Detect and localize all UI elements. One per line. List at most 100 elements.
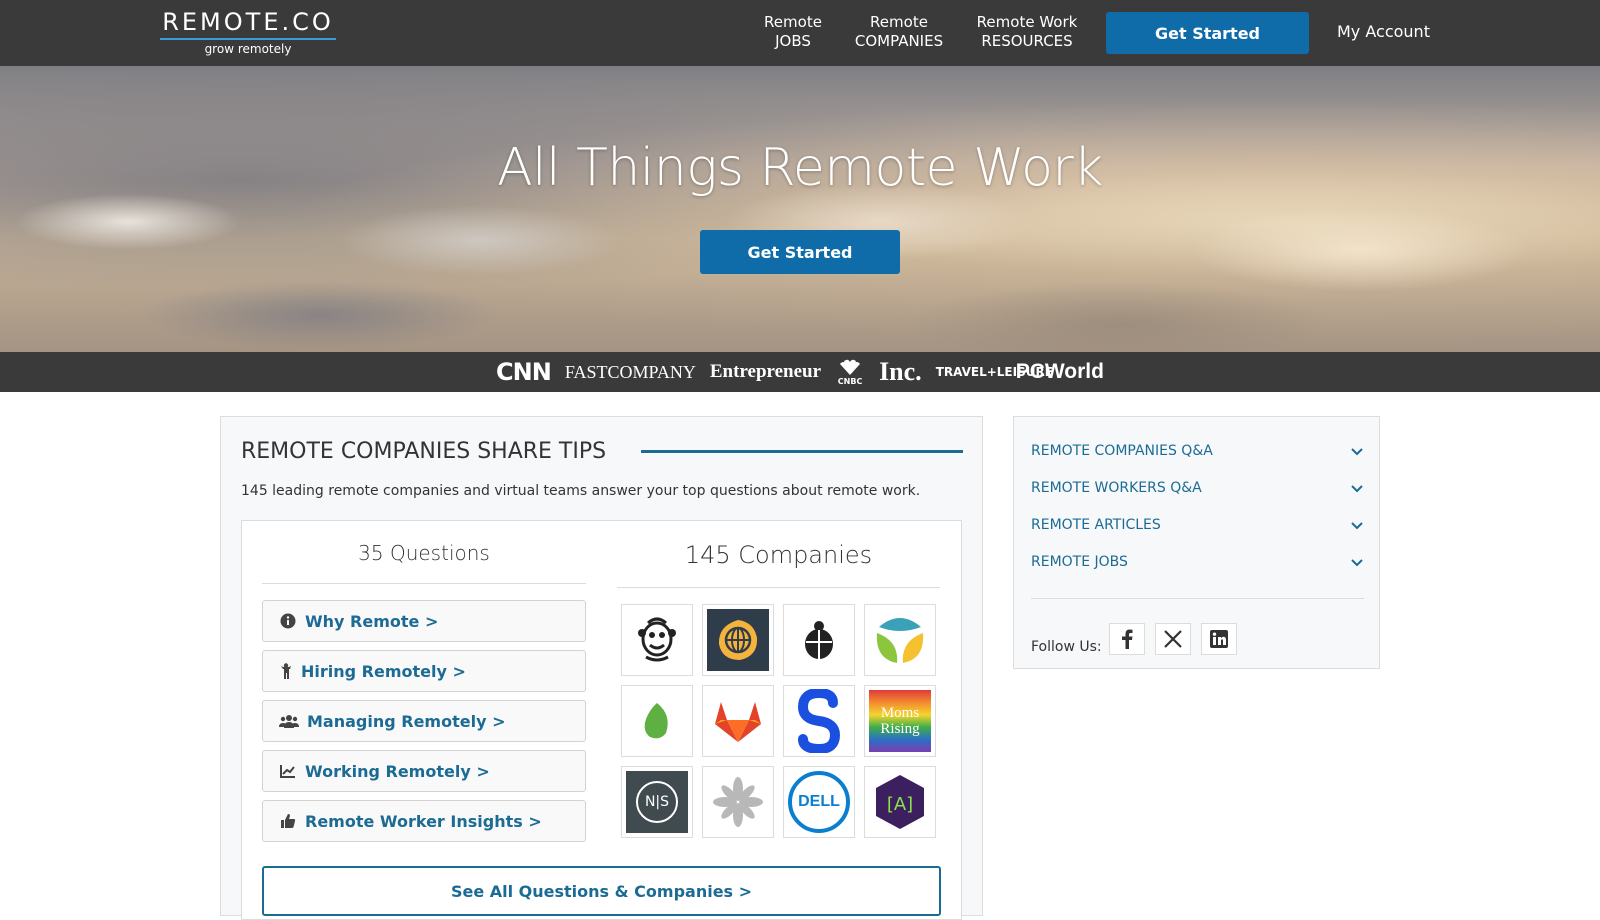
press-logo-travel-leisure: TRAVEL+LEISURE: [935, 365, 1053, 379]
nav-remote-companies-line1: Remote: [870, 13, 928, 31]
nav-resources-line2: RESOURCES: [981, 32, 1073, 50]
logo-text: REMOTE.CO: [162, 8, 334, 36]
company-ladybug[interactable]: [783, 604, 855, 676]
a-logo-text: [A]: [887, 794, 913, 815]
top-navigation-bar: REMOTE.CO grow remotely Remote JOBS Remo…: [0, 0, 1600, 66]
company-dell[interactable]: DELL: [783, 766, 855, 838]
nav-remote-jobs[interactable]: Remote JOBS: [756, 13, 830, 51]
momsrising-text-1: Moms: [880, 705, 920, 721]
accordion-remote-articles-label: REMOTE ARTICLES: [1031, 517, 1161, 533]
company-petal[interactable]: [864, 604, 936, 676]
accordion-remote-workers-qa[interactable]: REMOTE WORKERS Q&A: [1031, 476, 1364, 500]
press-logos-bar: CNN FASTCOMPANY Entrepreneur CNBC Inc. T…: [0, 352, 1600, 392]
working-remotely-button[interactable]: Working Remotely >: [262, 750, 586, 792]
company-evernote[interactable]: [621, 685, 693, 757]
company-gitlab[interactable]: [702, 685, 774, 757]
chevron-down-icon: [1351, 448, 1363, 456]
dell-logo-text: DELL: [788, 771, 850, 833]
press-logo-cnbc: CNBC: [835, 358, 865, 387]
company-momsrising[interactable]: Moms Rising: [864, 685, 936, 757]
gitlab-logo-icon: [715, 702, 761, 742]
person-icon: [279, 662, 293, 680]
accordion-remote-jobs[interactable]: REMOTE JOBS: [1031, 550, 1364, 574]
managing-remotely-button[interactable]: Managing Remotely >: [262, 700, 586, 742]
get-started-header-button[interactable]: Get Started: [1106, 12, 1309, 54]
s-logo-icon: [797, 689, 841, 753]
accordion-remote-jobs-label: REMOTE JOBS: [1031, 554, 1128, 570]
site-logo[interactable]: REMOTE.CO grow remotely: [160, 8, 336, 56]
section-description: 145 leading remote companies and virtual…: [241, 483, 921, 499]
company-mailchimp[interactable]: [621, 604, 693, 676]
follow-us-label: Follow Us:: [1031, 639, 1102, 655]
questions-heading: 35 Questions: [358, 541, 490, 565]
company-s-logo[interactable]: [783, 685, 855, 757]
press-logo-cnn: CNN: [496, 358, 552, 386]
companies-tips-card: REMOTE COMPANIES SHARE TIPS 145 leading …: [220, 416, 983, 920]
section-title-rule: [641, 450, 963, 453]
remote-worker-insights-button[interactable]: Remote Worker Insights >: [262, 800, 586, 842]
sidebar-panel: REMOTE COMPANIES Q&A REMOTE WORKERS Q&A …: [1013, 416, 1380, 669]
x-twitter-button[interactable]: [1155, 623, 1191, 655]
chevron-down-icon: [1351, 522, 1363, 530]
chevron-down-icon: [1351, 559, 1363, 567]
get-started-hero-button[interactable]: Get Started: [700, 230, 900, 274]
momsrising-text-2: Rising: [880, 721, 920, 737]
evernote-leaf-logo-icon: [644, 703, 668, 739]
info-icon: [279, 612, 297, 630]
globe-logo-icon: [718, 620, 758, 660]
companies-heading: 145 Companies: [684, 541, 873, 569]
questions-divider: [262, 583, 586, 584]
ladybug-logo-icon: [805, 621, 833, 659]
press-logo-inc: Inc.: [879, 357, 922, 386]
nav-remote-companies[interactable]: Remote COMPANIES: [848, 13, 950, 51]
nav-resources-line1: Remote Work: [976, 13, 1078, 31]
hero-banner: All Things Remote Work Get Started: [0, 66, 1600, 352]
hiring-remotely-button[interactable]: Hiring Remotely >: [262, 650, 586, 692]
users-icon: [279, 712, 299, 730]
a-logo-hexagon-icon: [A]: [876, 775, 924, 829]
peacock-icon: [840, 359, 861, 375]
accordion-remote-companies-qa[interactable]: REMOTE COMPANIES Q&A: [1031, 439, 1364, 463]
company-flower[interactable]: [702, 766, 774, 838]
facebook-button[interactable]: [1109, 623, 1145, 655]
ns-logo-text: N|S: [636, 781, 678, 823]
company-a-logo[interactable]: [A]: [864, 766, 936, 838]
why-remote-button[interactable]: Why Remote >: [262, 600, 586, 642]
companies-divider: [617, 587, 940, 588]
accordion-remote-workers-qa-label: REMOTE WORKERS Q&A: [1031, 480, 1202, 496]
section-title: REMOTE COMPANIES SHARE TIPS: [241, 439, 607, 464]
press-logo-fastcompany: FASTCOMPANY: [564, 361, 696, 382]
company-globe[interactable]: [702, 604, 774, 676]
sidebar-divider: [1031, 598, 1364, 599]
my-account-link[interactable]: My Account: [1337, 22, 1430, 41]
logo-tagline: grow remotely: [204, 42, 292, 56]
linkedin-button[interactable]: [1201, 623, 1237, 655]
accordion-remote-companies-qa-label: REMOTE COMPANIES Q&A: [1031, 443, 1213, 459]
flower-logo-icon: [713, 777, 763, 827]
globe-logo-bg: [707, 609, 769, 671]
press-cnbc-text: CNBC: [837, 376, 863, 386]
nav-remote-work-resources[interactable]: Remote Work RESOURCES: [970, 13, 1084, 51]
momsrising-logo-bg: Moms Rising: [869, 690, 931, 752]
chart-line-icon: [279, 762, 297, 780]
ns-logo-bg: N|S: [626, 771, 688, 833]
press-logo-entrepreneur: Entrepreneur: [709, 361, 822, 382]
working-remotely-label: Working Remotely >: [305, 761, 490, 781]
hero-title: All Things Remote Work: [497, 138, 1103, 198]
linkedin-icon: [1210, 630, 1228, 648]
x-icon: [1164, 630, 1182, 648]
see-all-questions-companies-button[interactable]: See All Questions & Companies >: [262, 866, 941, 916]
thumbs-up-icon: [279, 812, 297, 830]
hiring-remotely-label: Hiring Remotely >: [301, 661, 466, 681]
nav-remote-jobs-line1: Remote: [764, 13, 822, 31]
managing-remotely-label: Managing Remotely >: [307, 711, 506, 731]
remote-worker-insights-label: Remote Worker Insights >: [305, 811, 542, 831]
questions-companies-panel: 35 Questions 145 Companies Why Remote > …: [241, 520, 962, 920]
accordion-remote-articles[interactable]: REMOTE ARTICLES: [1031, 513, 1364, 537]
press-logo-pcworld: PCWorld: [1015, 360, 1104, 383]
why-remote-label: Why Remote >: [305, 611, 439, 631]
petal-logo-icon: [876, 618, 924, 663]
company-ns[interactable]: N|S: [621, 766, 693, 838]
logo-underline: [160, 38, 336, 40]
facebook-icon: [1122, 629, 1133, 649]
